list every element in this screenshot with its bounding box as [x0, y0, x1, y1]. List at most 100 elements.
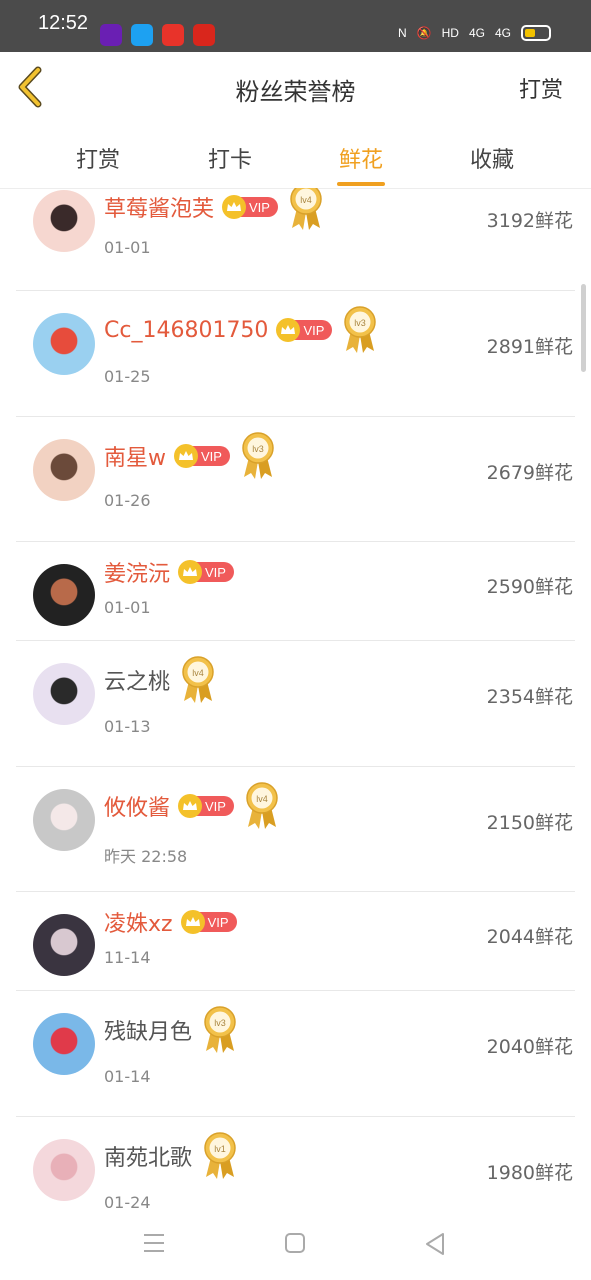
nfc-icon: N [398, 26, 407, 40]
list-item[interactable]: 草莓酱泡芙 VIP lv4 01-01 3192鲜花 [16, 188, 575, 291]
user-name[interactable]: 南苑北歌 [104, 1140, 192, 1172]
page-title: 粉丝荣誉榜 [235, 78, 356, 106]
home-icon[interactable] [284, 1232, 306, 1254]
list-item[interactable]: 凌姝xz VIP 11-14 2044鲜花 [16, 892, 575, 991]
signal-icon-2: 4G [494, 26, 511, 40]
name-line: 残缺月色 lv3 [104, 1005, 238, 1055]
back-icon[interactable] [424, 1232, 446, 1256]
list-item[interactable]: 南星w VIP lv3 01-26 2679鲜花 [16, 417, 575, 542]
vip-badge: VIP [174, 444, 230, 468]
user-name[interactable]: 草莓酱泡芙 [104, 191, 214, 223]
user-avatar[interactable] [33, 564, 95, 626]
fan-ranking-list[interactable]: 草莓酱泡芙 VIP lv4 01-01 3192鲜花 Cc_146801750 VIP lv3… [0, 188, 591, 1208]
nav-bar: 粉丝荣誉榜 打赏 [0, 52, 591, 123]
user-avatar[interactable] [33, 663, 95, 725]
name-line: 云之桃 lv4 [104, 655, 216, 705]
tab-reward[interactable]: 打赏 [48, 142, 148, 174]
crown-icon [178, 560, 203, 584]
video-app-icon [100, 24, 122, 46]
name-line: 姜浣沅 VIP [104, 556, 234, 588]
tab-checkin[interactable]: 打卡 [180, 142, 280, 174]
user-avatar[interactable] [33, 1139, 95, 1201]
vip-badge: VIP [178, 560, 234, 584]
tab-favorites-label: 收藏 [469, 148, 514, 173]
user-avatar[interactable] [33, 190, 95, 252]
live-app-icon [193, 24, 215, 46]
level-medal-icon: lv3 [344, 306, 377, 353]
vip-badge: VIP [178, 794, 234, 818]
name-line: Cc_146801750 VIP lv3 [104, 305, 378, 355]
crown-icon [222, 195, 247, 219]
level-medal-icon: lv4 [290, 188, 322, 230]
user-name[interactable]: Cc_146801750 [104, 318, 268, 343]
level-text: lv4 [256, 794, 268, 804]
level-medal-icon: lv3 [242, 432, 274, 479]
tab-flowers-label: 鲜花 [338, 148, 383, 173]
level-medal-icon: lv4 [246, 782, 278, 829]
vip-label: VIP [249, 199, 270, 215]
level-medal-icon: lv1 [204, 1132, 236, 1179]
flower-count: 2040鲜花 [486, 1036, 573, 1058]
crown-icon [174, 444, 198, 468]
user-name[interactable]: 攸攸酱 [104, 790, 170, 822]
entry-date: 01-25 [104, 367, 151, 386]
user-name[interactable]: 残缺月色 [104, 1014, 192, 1046]
user-avatar[interactable] [33, 1013, 95, 1075]
name-line: 草莓酱泡芙 VIP lv4 [104, 188, 324, 232]
name-line: 南星w VIP lv3 [104, 431, 276, 481]
scrollbar[interactable] [581, 284, 586, 372]
level-medal-icon: lv3 [204, 1006, 236, 1053]
user-avatar[interactable] [33, 439, 95, 501]
entry-date: 01-26 [104, 491, 151, 510]
entry-date: 01-01 [104, 598, 151, 617]
vip-badge: VIP [222, 195, 278, 219]
vip-label: VIP [205, 798, 226, 814]
user-name[interactable]: 云之桃 [104, 664, 170, 696]
list-item[interactable]: Cc_146801750 VIP lv3 01-25 2891鲜花 [16, 291, 575, 417]
qq-icon [131, 24, 153, 46]
entry-date: 01-13 [104, 717, 151, 736]
user-name[interactable]: 姜浣沅 [104, 556, 170, 588]
level-medal-icon: lv4 [182, 656, 214, 703]
entry-date: 11-14 [104, 948, 151, 967]
level-text: lv3 [214, 1018, 226, 1028]
notification-icons [100, 24, 215, 46]
reward-button[interactable]: 打赏 [519, 72, 563, 104]
tab-flowers[interactable]: 鲜花 [311, 142, 411, 186]
user-avatar[interactable] [33, 313, 95, 375]
list-item[interactable]: 云之桃 lv4 01-13 2354鲜花 [16, 641, 575, 767]
system-icons: N 🔕 HD 4G 4G [398, 25, 551, 41]
entry-date: 昨天 22:58 [104, 847, 188, 866]
level-text: lv3 [355, 318, 367, 328]
user-name[interactable]: 凌姝xz [104, 906, 173, 938]
list-item[interactable]: 姜浣沅 VIP 01-01 2590鲜花 [16, 542, 575, 641]
flower-count: 2891鲜花 [486, 336, 573, 358]
crown-icon [276, 318, 301, 342]
menu-icon[interactable] [142, 1232, 166, 1254]
vip-label: VIP [205, 564, 226, 580]
tab-active-indicator [337, 182, 385, 186]
level-text: lv4 [192, 668, 204, 678]
name-line: 攸攸酱 VIP lv4 [104, 781, 280, 831]
user-avatar[interactable] [33, 789, 95, 851]
flower-count: 3192鲜花 [486, 210, 573, 232]
tab-reward-label: 打赏 [75, 148, 120, 173]
user-name[interactable]: 南星w [104, 440, 166, 472]
list-item[interactable]: 南苑北歌 lv1 01-24 1980鲜花 [16, 1117, 575, 1208]
flower-count: 1980鲜花 [486, 1162, 573, 1184]
entry-date: 01-14 [104, 1067, 151, 1086]
tab-checkin-label: 打卡 [207, 148, 252, 173]
flower-count: 2590鲜花 [486, 576, 573, 598]
list-item[interactable]: 残缺月色 lv3 01-14 2040鲜花 [16, 991, 575, 1117]
tab-bar: 打赏 打卡 鲜花 收藏 [0, 122, 591, 189]
vip-label: VIP [303, 322, 325, 338]
crown-icon [180, 910, 205, 934]
user-avatar[interactable] [33, 914, 95, 976]
system-nav-bar [0, 1208, 591, 1280]
crown-icon [178, 794, 203, 818]
tab-favorites[interactable]: 收藏 [442, 142, 542, 174]
list-item[interactable]: 攸攸酱 VIP lv4 昨天 22:58 2150鲜花 [16, 767, 575, 892]
signal-icon-1: 4G [468, 26, 485, 40]
level-text: lv4 [300, 195, 312, 205]
news-app-icon [162, 24, 184, 46]
